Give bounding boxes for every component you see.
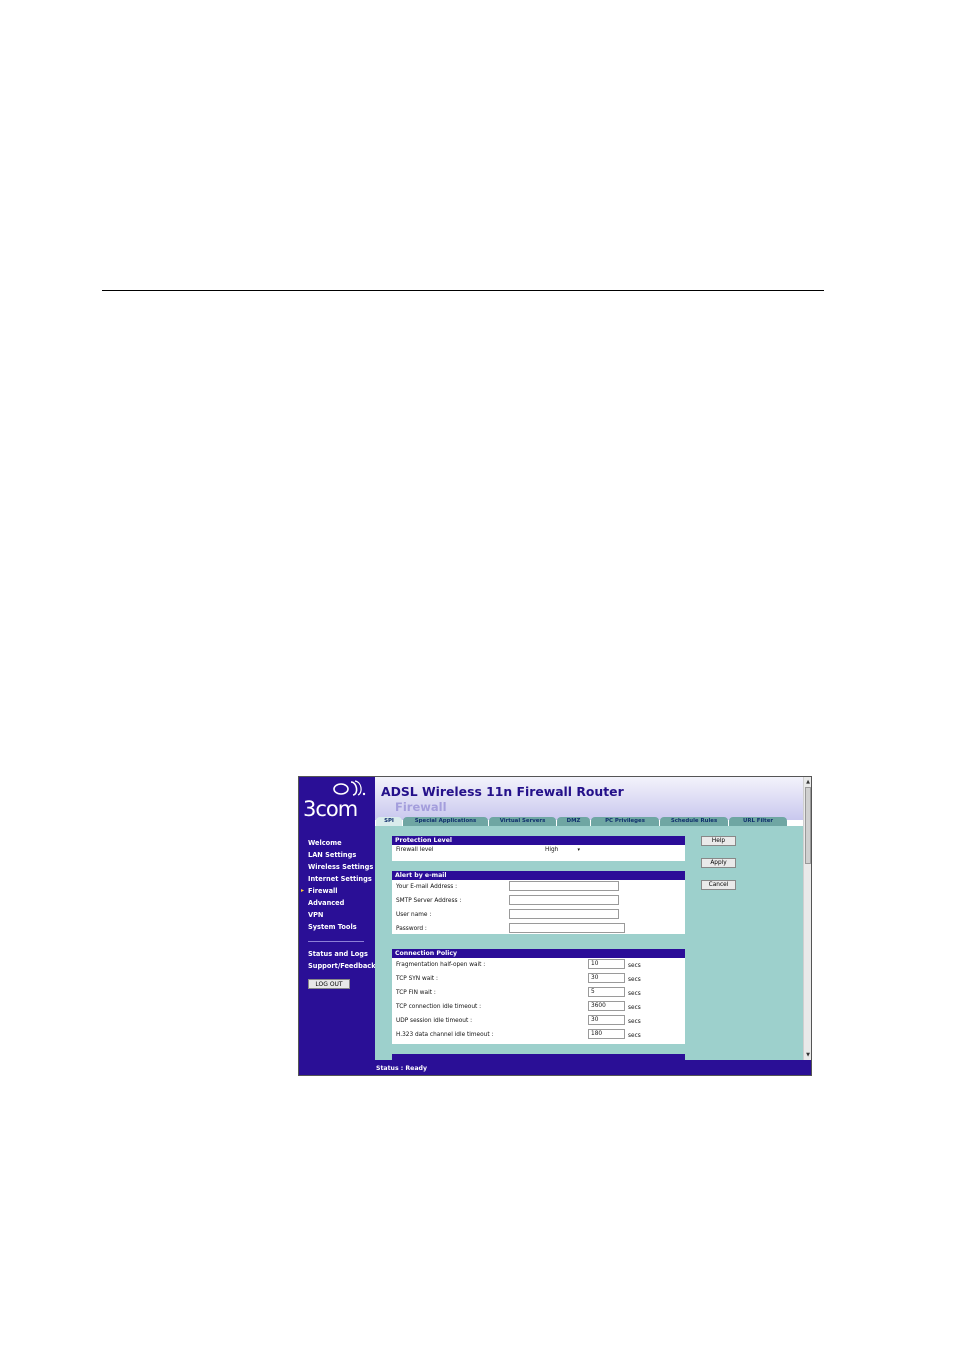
help-button[interactable]: Help [701, 836, 736, 846]
tab-spi[interactable]: SPI [376, 817, 402, 826]
alert-by-email-section: Alert by e-mail Your E-mail Address : SM… [392, 871, 685, 934]
sidebar-nav: Welcome LAN Settings Wireless Settings I… [301, 837, 376, 972]
status-bar: Status : Ready [375, 1060, 811, 1075]
app-header: ADSL Wireless 11n Firewall Router Firewa… [375, 777, 803, 820]
smtp-row: SMTP Server Address : [392, 894, 685, 908]
policy-row: TCP SYN wait : 30 secs [392, 972, 685, 986]
policy-row-label: UDP session idle timeout : [396, 1018, 473, 1024]
username-row: User name : [392, 908, 685, 922]
policy-row-unit: secs [628, 1005, 641, 1011]
tab-special-applications[interactable]: Special Applications [403, 817, 488, 826]
firewall-level-select[interactable]: High ▾ [545, 846, 582, 855]
policy-row: TCP FIN wait : 5 secs [392, 986, 685, 1000]
policy-row-label: TCP connection idle timeout : [396, 1004, 482, 1010]
sidebar-item-wireless-settings[interactable]: Wireless Settings [308, 861, 376, 873]
sidebar-item-vpn[interactable]: VPN [308, 909, 376, 921]
password-row: Password : [392, 922, 685, 936]
sidebar: 3com Welcome LAN Settings Wireless Setti… [299, 777, 376, 1075]
tab-schedule-rules[interactable]: Schedule Rules [660, 817, 728, 826]
h323-idle-timeout-input[interactable]: 180 [588, 1029, 625, 1039]
cancel-button[interactable]: Cancel [701, 880, 736, 890]
scroll-up-arrow-icon[interactable]: ▲ [805, 778, 811, 786]
policy-row: H.323 data channel idle timeout : 180 se… [392, 1028, 685, 1042]
email-label: Your E-mail Address : [396, 884, 458, 890]
firewall-level-label: Firewall level [396, 847, 434, 853]
firewall-level-row: Firewall level High ▾ [392, 845, 685, 859]
email-field[interactable] [509, 881, 619, 891]
sidebar-item-system-tools[interactable]: System Tools [308, 921, 376, 933]
scroll-down-arrow-icon[interactable]: ▼ [805, 1051, 811, 1059]
protection-level-section: Protection Level Firewall level High ▾ [392, 836, 685, 861]
logout-button[interactable]: LOG OUT [308, 979, 350, 989]
apply-button[interactable]: Apply [701, 858, 736, 868]
email-row: Your E-mail Address : [392, 880, 685, 894]
policy-row-unit: secs [628, 963, 641, 969]
tab-virtual-servers[interactable]: Virtual Servers [489, 817, 556, 826]
chevron-down-icon: ▾ [577, 847, 580, 853]
policy-row-unit: secs [628, 991, 641, 997]
app-title: ADSL Wireless 11n Firewall Router [381, 784, 624, 799]
policy-row-label: TCP FIN wait : [396, 990, 436, 996]
sidebar-item-status-and-logs[interactable]: Status and Logs [308, 948, 376, 960]
tab-url-filter[interactable]: URL Filter [729, 817, 787, 826]
firewall-level-value: High [545, 847, 559, 853]
smtp-server-field[interactable] [509, 895, 619, 905]
policy-row: TCP connection idle timeout : 3600 secs [392, 1000, 685, 1014]
sidebar-item-firewall[interactable]: Firewall [301, 885, 376, 897]
tcp-fin-wait-input[interactable]: 5 [588, 987, 625, 997]
main-content: Protection Level Firewall level High ▾ A… [375, 826, 803, 1060]
smtp-label: SMTP Server Address : [396, 898, 462, 904]
status-text: Status : Ready [376, 1065, 428, 1072]
section-header-connection-policy: Connection Policy [392, 949, 685, 958]
policy-row: UDP session idle timeout : 30 secs [392, 1014, 685, 1028]
section-header-protection-level: Protection Level [392, 836, 685, 845]
tab-pc-privileges[interactable]: PC Privileges [591, 817, 659, 826]
password-field[interactable] [509, 923, 625, 933]
policy-row-unit: secs [628, 1033, 641, 1039]
vertical-scrollbar[interactable]: ▲ ▼ [803, 777, 811, 1060]
password-label: Password : [396, 926, 427, 932]
section-header-alert-by-email: Alert by e-mail [392, 871, 685, 880]
username-field[interactable] [509, 909, 619, 919]
policy-row-unit: secs [628, 977, 641, 983]
page-title: Firewall [395, 800, 447, 814]
policy-row: Fragmentation half-open wait : 10 secs [392, 958, 685, 972]
sidebar-item-support-feedback[interactable]: Support/Feedback [308, 960, 376, 972]
policy-row-label: Fragmentation half-open wait : [396, 962, 486, 968]
policy-row-label: H.323 data channel idle timeout : [396, 1032, 494, 1038]
sidebar-item-lan-settings[interactable]: LAN Settings [308, 849, 376, 861]
sidebar-item-advanced[interactable]: Advanced [308, 897, 376, 909]
sidebar-item-welcome[interactable]: Welcome [308, 837, 376, 849]
tcp-idle-timeout-input[interactable]: 3600 [588, 1001, 625, 1011]
policy-row-label: TCP SYN wait : [396, 976, 438, 982]
sidebar-item-internet-settings[interactable]: Internet Settings [308, 873, 376, 885]
page-divider-rule [102, 290, 824, 291]
username-label: User name : [396, 912, 432, 918]
3com-logo: 3com [303, 797, 358, 821]
sidebar-divider [308, 941, 364, 942]
policy-row-unit: secs [628, 1019, 641, 1025]
scrollbar-thumb[interactable] [805, 787, 811, 864]
tcp-syn-wait-input[interactable]: 30 [588, 973, 625, 983]
3com-logo-swirl-icon [333, 780, 366, 796]
fragmentation-wait-input[interactable]: 10 [588, 959, 625, 969]
tab-dmz[interactable]: DMZ [557, 817, 590, 826]
router-admin-screenshot: 3com Welcome LAN Settings Wireless Setti… [298, 776, 812, 1076]
connection-policy-section: Connection Policy Fragmentation half-ope… [392, 949, 685, 1044]
udp-idle-timeout-input[interactable]: 30 [588, 1015, 625, 1025]
